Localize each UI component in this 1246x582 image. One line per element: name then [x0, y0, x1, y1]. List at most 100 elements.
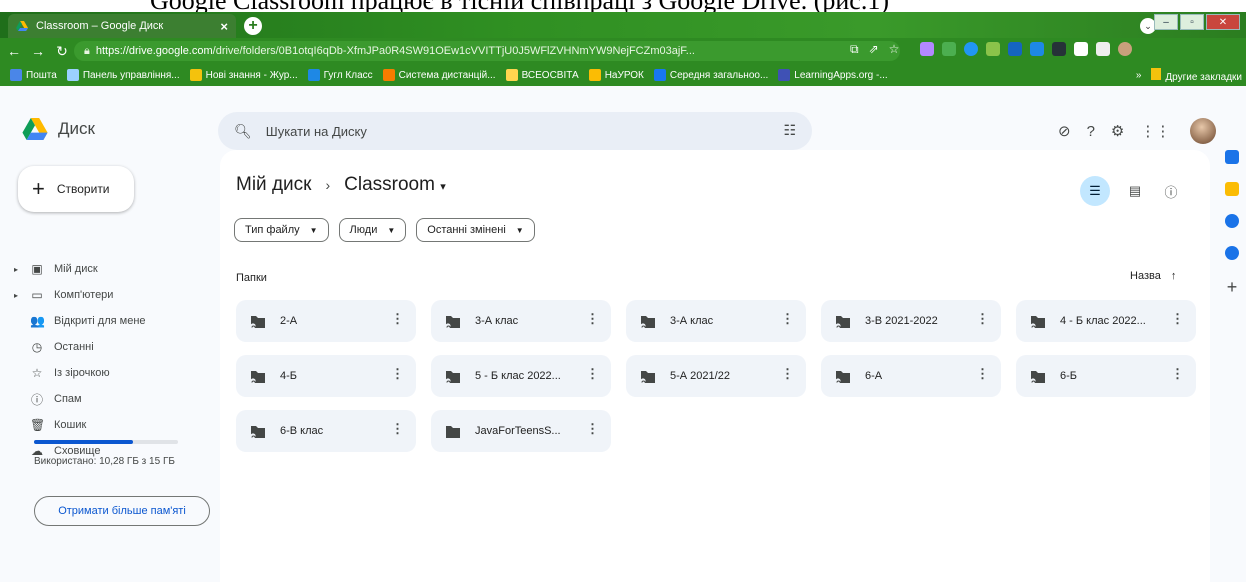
filter-chip[interactable]: Тип файлу ▼ — [234, 218, 329, 242]
info-icon[interactable]: ⓘ — [1160, 182, 1182, 201]
bookmarks-right: » Другие закладки — [1136, 68, 1242, 83]
folder-card[interactable]: 3-А клас ⋮ — [626, 300, 806, 342]
bookmark-item[interactable]: Гугл Класс — [307, 69, 373, 81]
bookmark-label: Середня загальноо... — [669, 69, 769, 81]
more-actions-icon[interactable]: ⋮ — [1171, 367, 1184, 380]
more-actions-icon[interactable]: ⋮ — [976, 367, 989, 380]
more-actions-icon[interactable]: ⋮ — [391, 312, 404, 325]
add-addon-icon[interactable]: + — [1225, 278, 1239, 296]
create-button[interactable]: + Створити — [18, 166, 134, 212]
contacts-icon[interactable] — [1225, 246, 1239, 260]
folder-card[interactable]: 2-А ⋮ — [236, 300, 416, 342]
folder-card[interactable]: 3-А клас ⋮ — [431, 300, 611, 342]
sort-direction-icon[interactable]: ↑ — [1171, 270, 1177, 282]
more-actions-icon[interactable]: ⋮ — [586, 422, 599, 435]
folder-card[interactable]: 6-Б ⋮ — [1016, 355, 1196, 397]
reload-icon[interactable]: ↻ — [52, 43, 72, 60]
sidebar-item[interactable]: ☆ Із зірочкою — [22, 360, 212, 386]
maximize-button[interactable]: ▫ — [1180, 14, 1204, 30]
share-icon[interactable]: ⇗ — [869, 42, 879, 57]
folder-card[interactable]: 4-Б ⋮ — [236, 355, 416, 397]
sidebar-item[interactable]: 👥 Відкриті для мене — [22, 308, 212, 334]
bookmark-item[interactable]: ВСЕОСВІТА — [505, 69, 579, 81]
folder-card[interactable]: 4 - Б клас 2022... ⋮ — [1016, 300, 1196, 342]
expand-arrow-icon[interactable]: ▸ — [14, 265, 20, 274]
folder-card[interactable]: 6-В клас ⋮ — [236, 410, 416, 452]
sidebar-item[interactable]: ⓘ Спам — [22, 386, 212, 412]
more-actions-icon[interactable]: ⋮ — [586, 367, 599, 380]
bookmark-item[interactable]: LearningApps.org -... — [778, 69, 888, 81]
forward-icon[interactable]: → — [28, 43, 48, 59]
search-input[interactable]: 🔍︎ Шукати на Диску ☷ — [218, 112, 812, 150]
extension-icon[interactable] — [986, 42, 1000, 56]
extension-icon[interactable] — [964, 42, 978, 56]
sidebar-item[interactable]: ▸ ▣ Мій диск — [14, 256, 212, 282]
grid-view-icon[interactable]: ▤ — [1124, 183, 1146, 199]
tasks-icon[interactable] — [1225, 214, 1239, 228]
breadcrumb-root[interactable]: Мій диск — [236, 174, 311, 196]
browser-tab[interactable]: Classroom – Google Диск × — [8, 14, 236, 38]
bookmark-item[interactable]: Середня загальноо... — [653, 69, 769, 81]
extensions-bar — [920, 42, 1132, 56]
sidebar-icon[interactable] — [1096, 42, 1110, 56]
extension-icon[interactable] — [942, 42, 956, 56]
url-field[interactable]: 🔒︎ https://drive.google.com/drive/folder… — [74, 41, 900, 61]
extension-icon[interactable] — [1030, 42, 1044, 56]
apps-grid-icon[interactable]: ⋮⋮ — [1140, 122, 1170, 140]
drive-logo[interactable]: Диск — [22, 118, 95, 140]
folder-card[interactable]: JavaForTeensS... ⋮ — [431, 410, 611, 452]
back-icon[interactable]: ← — [4, 43, 24, 59]
extension-icon[interactable] — [1052, 42, 1066, 56]
more-actions-icon[interactable]: ⋮ — [781, 367, 794, 380]
bookmarks-more-button[interactable]: » — [1136, 70, 1142, 81]
more-actions-icon[interactable]: ⋮ — [391, 367, 404, 380]
close-window-button[interactable]: ✕ — [1206, 14, 1240, 30]
other-bookmarks-folder[interactable]: Другие закладки — [1151, 68, 1242, 83]
more-actions-icon[interactable]: ⋮ — [781, 312, 794, 325]
shared-folder-icon — [445, 315, 461, 329]
folder-card[interactable]: 6-А ⋮ — [821, 355, 1001, 397]
more-actions-icon[interactable]: ⋮ — [391, 422, 404, 435]
keep-icon[interactable] — [1225, 182, 1239, 196]
sort-control[interactable]: Назва ↑ — [1130, 270, 1176, 282]
offline-ready-icon[interactable]: ⊘ — [1058, 122, 1071, 140]
search-placeholder: Шукати на Диску — [265, 123, 367, 139]
minimize-button[interactable]: – — [1154, 14, 1178, 30]
puzzle-icon[interactable] — [1074, 42, 1088, 56]
folder-card[interactable]: 5 - Б клас 2022... ⋮ — [431, 355, 611, 397]
settings-gear-icon[interactable]: ⚙ — [1111, 122, 1124, 140]
get-more-storage-button[interactable]: Отримати більше пам'яті — [34, 496, 210, 526]
extension-icon[interactable] — [1008, 42, 1022, 56]
filter-chip[interactable]: Останні змінені ▼ — [416, 218, 535, 242]
bookmark-item[interactable]: Нові знання - Жур... — [189, 69, 298, 81]
help-icon[interactable]: ? — [1087, 123, 1095, 140]
profile-avatar[interactable] — [1118, 42, 1132, 56]
bookmark-item[interactable]: Система дистанцій... — [382, 69, 496, 81]
sidebar-item[interactable]: ◷ Останні — [22, 334, 212, 360]
sidebar-item[interactable]: 🗑 Кошик — [22, 412, 212, 438]
more-actions-icon[interactable]: ⋮ — [586, 312, 599, 325]
shared-folder-icon — [445, 370, 461, 384]
sidebar-item[interactable]: ▸ ▭ Комп'ютери — [14, 282, 212, 308]
open-in-app-icon[interactable]: ⧉ — [850, 42, 859, 57]
expand-arrow-icon[interactable]: ▸ — [14, 291, 20, 300]
list-view-toggle[interactable]: ☰ — [1080, 176, 1110, 206]
tab-close-icon[interactable]: × — [220, 19, 228, 34]
more-actions-icon[interactable]: ⋮ — [1171, 312, 1184, 325]
calendar-icon[interactable] — [1225, 150, 1239, 164]
search-options-icon[interactable]: ☷ — [783, 122, 796, 139]
folder-card[interactable]: 5-А 2021/22 ⋮ — [626, 355, 806, 397]
bookmark-item[interactable]: Пошта — [10, 69, 57, 81]
filter-chip[interactable]: Люди ▼ — [338, 218, 407, 242]
folder-name: 2-А — [280, 315, 298, 327]
new-tab-button[interactable]: + — [244, 17, 262, 35]
trash-icon: 🗑 — [30, 418, 46, 432]
bookmark-item[interactable]: Панель управління... — [66, 69, 180, 81]
account-avatar[interactable] — [1190, 118, 1217, 144]
extension-icon[interactable] — [920, 42, 934, 56]
more-actions-icon[interactable]: ⋮ — [976, 312, 989, 325]
bookmark-star-icon[interactable]: ☆ — [889, 42, 900, 57]
folder-card[interactable]: 3-В 2021-2022 ⋮ — [821, 300, 1001, 342]
bookmark-item[interactable]: НаУРОК — [588, 69, 644, 81]
breadcrumb-current[interactable]: Classroom ▾ — [344, 174, 446, 196]
